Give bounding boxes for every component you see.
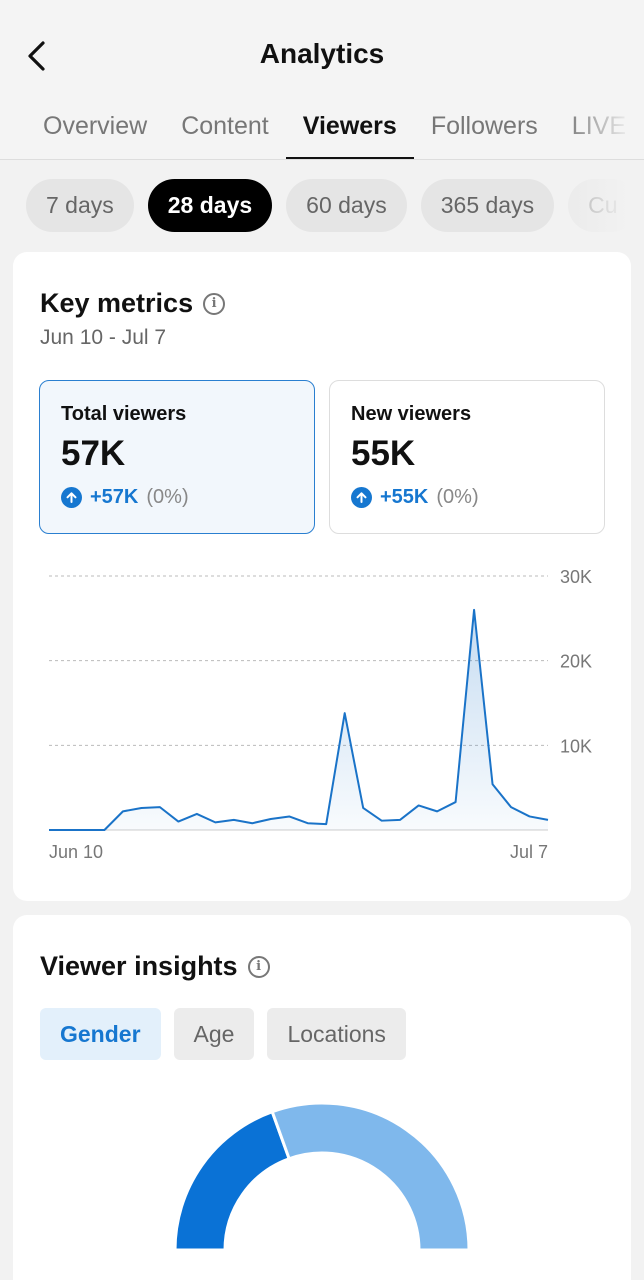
change-percent: (0%) [436,486,479,508]
viewer-insights-title-text: Viewer insights [40,951,238,981]
key-metrics-title-text: Key metrics [40,288,194,318]
metric-change: +55K (0%) [351,486,583,509]
range-chip-365-days[interactable]: 365 days [420,179,555,232]
app-header: Analytics [0,0,644,110]
x-tick-label: Jun 10 [49,842,103,862]
arrow-up-icon [61,487,82,508]
insight-tabs: Gender Age Locations [40,1008,406,1060]
ranges-fade [574,175,644,235]
metric-new-viewers[interactable]: New viewers 55K +55K (0%) [329,380,605,534]
insight-tab-locations[interactable]: Locations [267,1008,406,1060]
tab-content[interactable]: Content [164,98,286,159]
insight-tab-age[interactable]: Age [173,1008,255,1060]
key-metrics-card: Key metrics i Jun 10 - Jul 7 Total viewe… [13,252,631,901]
info-icon[interactable]: i [203,292,226,315]
y-tick-label: 10K [560,736,592,756]
insight-tab-gender[interactable]: Gender [40,1008,161,1060]
date-range-label: Jun 10 - Jul 7 [40,326,167,349]
change-value: +57K [90,486,139,508]
donut-segment[interactable] [173,1109,292,1252]
metric-total-viewers[interactable]: Total viewers 57K +57K (0%) [39,380,315,534]
tab-followers[interactable]: Followers [414,98,555,159]
arrow-up-icon [351,487,372,508]
metric-value: 57K [61,434,126,473]
tab-overview[interactable]: Overview [26,98,164,159]
range-chip-7-days[interactable]: 7 days [26,179,134,232]
viewer-insights-title: Viewer insights i [40,951,270,982]
metric-label: Total viewers [61,403,187,425]
tabs-fade [564,98,644,158]
viewers-area [49,609,548,830]
metric-change: +57K (0%) [61,486,293,509]
page-title: Analytics [259,38,385,69]
viewers-chart[interactable]: 10K 20K 30K Jun 10 Jul 7 [13,560,631,870]
metric-label: New viewers [351,403,472,425]
x-tick-label: Jul 7 [510,842,548,862]
date-range-chips: 7 days28 days60 days365 daysCu [26,179,644,233]
change-percent: (0%) [146,486,189,508]
analytics-tabs: OverviewContentViewersFollowersLIVE [0,98,644,160]
y-tick-label: 30K [560,567,592,587]
y-tick-label: 20K [560,652,592,672]
viewers-chart-svg: 10K 20K 30K Jun 10 Jul 7 [49,567,592,862]
change-value: +55K [380,486,429,508]
metric-value: 55K [351,434,416,473]
gender-donut-chart[interactable] [13,1095,631,1280]
donut-segment[interactable] [270,1101,471,1252]
key-metrics-title: Key metrics i [40,288,226,319]
range-chip-28-days[interactable]: 28 days [147,179,273,232]
gender-donut-svg [173,1101,471,1252]
range-chip-60-days[interactable]: 60 days [286,179,407,232]
tab-viewers[interactable]: Viewers [285,98,414,159]
viewer-insights-card: Viewer insights i Gender Age Locations [13,915,631,1280]
info-icon[interactable]: i [247,955,270,978]
